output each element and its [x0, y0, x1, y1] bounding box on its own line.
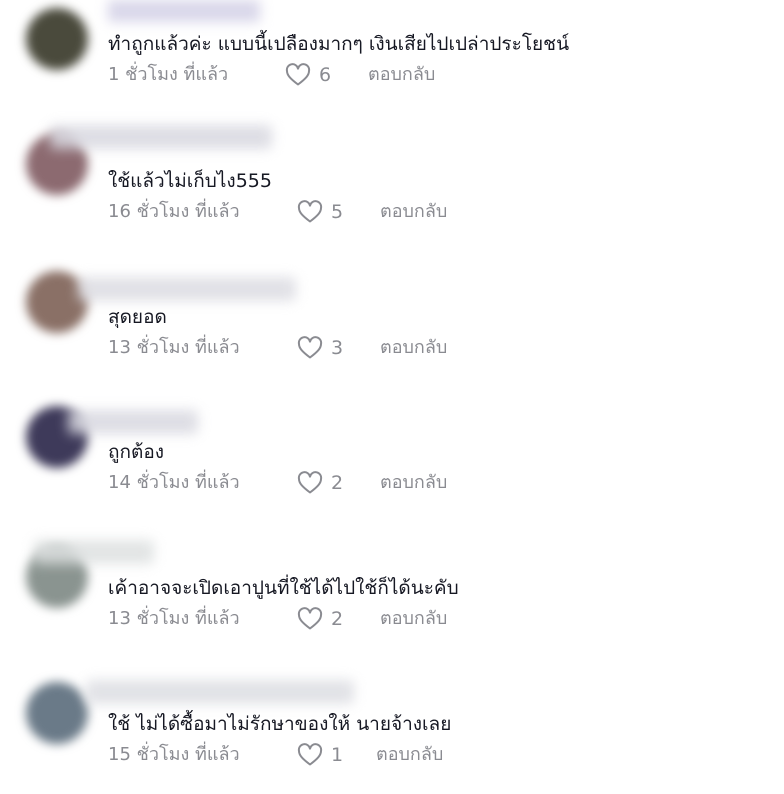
reply-button[interactable]: ตอบกลับ: [380, 469, 447, 497]
comment-time: 1 ชั่วโมง ที่แล้ว: [108, 64, 229, 85]
comment-text: เค้าอาจจะเปิดเอาปูนที่ใช้ได้ไปใช้ก็ได้นะ…: [108, 577, 459, 599]
heart-icon: [297, 336, 323, 359]
like-button[interactable]: 5: [297, 198, 343, 226]
like-count: 2: [331, 472, 344, 494]
heart-icon: [297, 471, 323, 494]
username-blur: [50, 125, 272, 149]
reply-button[interactable]: ตอบกลับ: [376, 741, 443, 769]
like-button[interactable]: 6: [285, 61, 331, 89]
heart-icon: [297, 200, 323, 223]
comment-text: ใช้แล้วไม่เก็บไง555: [108, 170, 272, 192]
like-count: 2: [331, 608, 344, 630]
comment-time: 13 ชั่วโมง ที่แล้ว: [108, 608, 240, 629]
like-count: 3: [331, 337, 344, 359]
username-blur: [34, 540, 154, 564]
reply-button[interactable]: ตอบกลับ: [380, 605, 447, 633]
like-button[interactable]: 2: [297, 605, 343, 633]
like-count: 1: [331, 744, 344, 766]
comment-item: เค้าอาจจะเปิดเอาปูนที่ใช้ได้ไปใช้ก็ได้นะ…: [0, 538, 784, 658]
reply-button[interactable]: ตอบกลับ: [380, 334, 447, 362]
like-button[interactable]: 2: [297, 469, 343, 497]
comment-item: ทำถูกแล้วค่ะ แบบนี้เปลืองมากๆ เงินเสียไป…: [0, 0, 784, 120]
comment-text: ถูกต้อง: [108, 441, 165, 463]
comment-time: 16 ชั่วโมง ที่แล้ว: [108, 201, 240, 222]
comment-item: สุดยอด 13 ชั่วโมง ที่แล้ว 3 ตอบกลับ: [0, 265, 784, 385]
username-blur: [86, 680, 354, 704]
like-count: 6: [319, 64, 332, 86]
comment-time: 13 ชั่วโมง ที่แล้ว: [108, 337, 240, 358]
comment-text: สุดยอด: [108, 306, 167, 328]
comment-time: 15 ชั่วโมง ที่แล้ว: [108, 744, 240, 765]
like-count: 5: [331, 201, 344, 223]
heart-icon: [297, 607, 323, 630]
heart-icon: [297, 743, 323, 766]
username-blur: [78, 277, 296, 301]
username-blur: [68, 410, 198, 434]
comment-item: ใช้แล้วไม่เก็บไง555 16 ชั่วโมง ที่แล้ว 5…: [0, 125, 784, 245]
like-button[interactable]: 1: [297, 741, 343, 769]
comment-item: ถูกต้อง 14 ชั่วโมง ที่แล้ว 2 ตอบกลับ: [0, 400, 784, 520]
like-button[interactable]: 3: [297, 334, 343, 362]
comment-item: ใช้ ไม่ได้ซื้อมาไม่รักษาของให้ นายจ้างเล…: [0, 674, 784, 794]
reply-button[interactable]: ตอบกลับ: [380, 198, 447, 226]
comment-text: ทำถูกแล้วค่ะ แบบนี้เปลืองมากๆ เงินเสียไป…: [108, 33, 570, 55]
comment-time: 14 ชั่วโมง ที่แล้ว: [108, 472, 240, 493]
reply-button[interactable]: ตอบกลับ: [368, 61, 435, 89]
avatar[interactable]: [26, 8, 88, 70]
avatar[interactable]: [26, 682, 88, 744]
heart-icon: [285, 63, 311, 86]
comment-text: ใช้ ไม่ได้ซื้อมาไม่รักษาของให้ นายจ้างเล…: [108, 713, 452, 735]
